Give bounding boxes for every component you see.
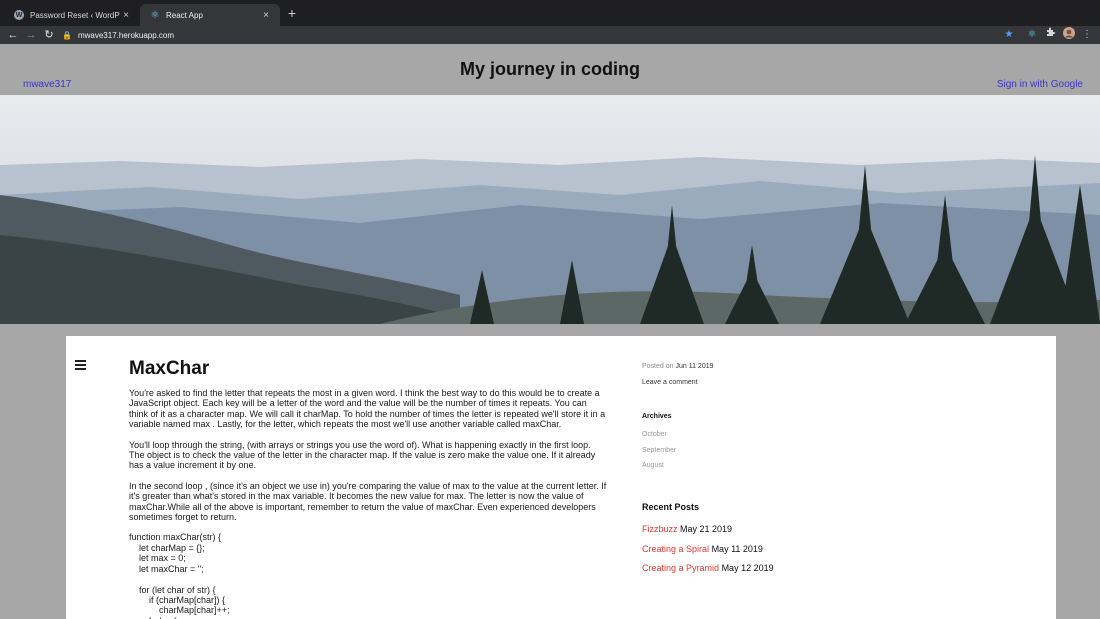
recent-post-date: May 11 2019 — [711, 544, 763, 554]
recent-post-item: Fizzbuzz May 21 2019 — [642, 524, 732, 534]
user-link[interactable]: mwave317 — [23, 79, 71, 90]
archive-link-august[interactable]: August — [642, 462, 664, 469]
recent-post-item: Creating a Spiral May 11 2019 — [642, 544, 763, 554]
recent-post-date: May 21 2019 — [680, 524, 733, 534]
posted-on-label: Posted on — [642, 363, 674, 370]
post-paragraph: You'll loop through the string, (with ar… — [129, 439, 596, 471]
hero-image — [0, 95, 1100, 324]
tab-title: React App — [166, 10, 203, 20]
sign-in-with-google-link[interactable]: Sign in with Google — [997, 79, 1083, 90]
forward-button[interactable]: → — [24, 27, 38, 43]
tab-title: Password Reset ‹ WordPress.c — [30, 10, 120, 20]
site-title: My journey in coding — [459, 59, 640, 79]
react-devtools-icon[interactable]: ⚛ — [1025, 27, 1039, 43]
recent-post-link[interactable]: Creating a Pyramid — [642, 563, 719, 573]
close-tab-icon[interactable]: × — [120, 10, 132, 21]
recent-post-link[interactable]: Fizzbuzz — [642, 524, 678, 534]
extensions-icon[interactable] — [1043, 27, 1057, 43]
post-title: MaxChar — [129, 358, 210, 379]
close-tab-icon[interactable]: × — [260, 10, 272, 21]
leave-comment-link[interactable]: Leave a comment — [642, 379, 698, 386]
wordpress-icon: W — [14, 10, 24, 20]
reload-button[interactable]: ↻ — [42, 27, 56, 43]
recent-post-link[interactable]: Creating a Spiral — [642, 544, 709, 554]
posted-on-meta: Posted on Jun 11 2019 — [642, 363, 714, 370]
post-card: MaxChar You're asked to find the letter … — [66, 336, 1056, 619]
back-button[interactable]: ← — [6, 27, 20, 43]
site-header: My journey in coding mwave317 Sign in wi… — [0, 44, 1100, 95]
recent-posts-heading: Recent Posts — [642, 502, 700, 512]
archive-link-september[interactable]: September — [642, 447, 676, 454]
bookmark-star-icon[interactable]: ★ — [1002, 27, 1016, 43]
new-tab-button[interactable]: + — [285, 6, 299, 20]
tab-password-reset[interactable]: W Password Reset ‹ WordPress.c × — [4, 4, 140, 26]
lock-icon: 🔒 — [62, 30, 72, 40]
browser-toolbar: ← → ↻ 🔒 mwave317.herokuapp.com ★ ⚛ ⋮ — [0, 26, 1100, 44]
address-bar[interactable]: 🔒 mwave317.herokuapp.com — [62, 27, 1062, 43]
profile-avatar-icon[interactable] — [1062, 27, 1076, 43]
browser-tab-bar: W Password Reset ‹ WordPress.c × ⚛ React… — [0, 0, 1100, 26]
url-text: mwave317.herokuapp.com — [77, 30, 175, 40]
hamburger-menu-icon[interactable] — [75, 360, 86, 370]
recent-post-item: Creating a Pyramid May 12 2019 — [642, 563, 774, 573]
code-snippet: function maxChar(str) { let charMap = {}… — [129, 532, 230, 619]
post-paragraph: In the second loop , (since it's an obje… — [129, 480, 607, 523]
mountain-landscape-illustration — [0, 155, 1100, 324]
posted-on-date[interactable]: Jun 11 2019 — [675, 363, 713, 370]
browser-menu-icon[interactable]: ⋮ — [1080, 27, 1094, 43]
recent-post-date: May 12 2019 — [721, 563, 774, 573]
react-icon: ⚛ — [150, 9, 160, 21]
archives-heading: Archives — [642, 413, 672, 420]
tab-react-app[interactable]: ⚛ React App × — [140, 4, 280, 26]
archive-link-october[interactable]: October — [642, 431, 667, 438]
post-body: You're asked to find the letter that rep… — [129, 388, 607, 619]
post-paragraph: You're asked to find the letter that rep… — [129, 388, 606, 430]
